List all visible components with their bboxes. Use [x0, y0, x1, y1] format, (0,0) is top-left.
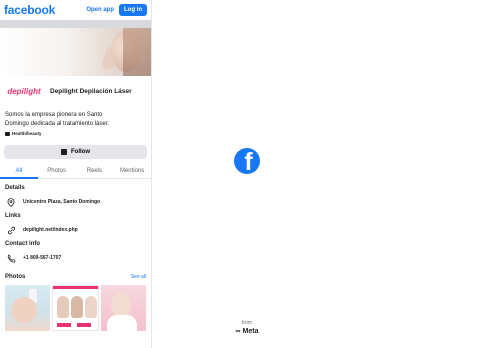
location-pin-icon: [5, 197, 17, 207]
avatar-logo-text: depilight: [7, 86, 41, 96]
photo-grid: [0, 285, 151, 331]
open-app-link[interactable]: Open app: [86, 7, 114, 13]
meta-infinity-icon: ∞: [235, 328, 241, 335]
category-row: Health/beauty: [0, 128, 151, 139]
login-button[interactable]: Log in: [119, 4, 147, 16]
tab-photos[interactable]: Photos: [38, 163, 76, 178]
meta-label: Meta: [242, 328, 259, 335]
briefcase-icon: [5, 131, 10, 136]
cover-hair-shape: [123, 28, 151, 76]
location-text: Unicentro Plaza, Santo Domingo: [23, 199, 101, 205]
cover-photo[interactable]: [0, 28, 151, 76]
photos-heading: Photos: [5, 274, 26, 280]
from-label: from: [242, 320, 252, 326]
profile-row: depilight Depilight Depilación Láser: [0, 79, 151, 103]
photo-thumbnail[interactable]: [5, 285, 50, 331]
link-icon: [5, 226, 17, 235]
phone-text: +1 809-567-1707: [23, 255, 62, 261]
page: facebook Open app Log in depilight Depil…: [0, 0, 500, 348]
category-label: Health/beauty: [12, 131, 42, 136]
photo-thumbnail[interactable]: [52, 285, 99, 331]
tab-mentions[interactable]: Mentions: [113, 163, 151, 178]
page-title: Depilight Depilación Láser: [50, 87, 132, 95]
photo-thumbnail[interactable]: [101, 285, 146, 331]
facebook-logo[interactable]: facebook: [4, 3, 55, 17]
tab-reels[interactable]: Reels: [76, 163, 114, 178]
cover-top-strip: [0, 20, 151, 28]
tab-all[interactable]: All: [0, 163, 38, 179]
top-bar: facebook Open app Log in: [0, 0, 151, 20]
tab-bar: All Photos Reels Mentions: [0, 163, 151, 179]
follow-label: Follow: [71, 149, 90, 155]
website-link[interactable]: depilight.net/index.php: [23, 227, 78, 233]
from-meta-footer: from ∞ Meta: [225, 320, 269, 335]
about-text: Somos la empresa pionera en Santo Doming…: [5, 112, 110, 127]
facebook-f-icon: f: [234, 148, 260, 174]
see-all-link[interactable]: See all: [131, 274, 146, 280]
follow-button[interactable]: Follow: [4, 145, 147, 159]
photos-header: Photos See all: [0, 271, 151, 283]
avatar[interactable]: depilight: [4, 82, 44, 100]
phone-row[interactable]: +1 809-567-1707: [0, 250, 151, 266]
mobile-page-panel: facebook Open app Log in depilight Depil…: [0, 0, 152, 348]
follow-icon: [61, 149, 67, 155]
meta-logo: ∞ Meta: [225, 328, 269, 335]
location-row[interactable]: Unicentro Plaza, Santo Domingo: [0, 194, 151, 210]
phone-icon: [5, 253, 17, 263]
top-actions: Open app Log in: [86, 4, 147, 16]
website-row[interactable]: depilight.net/index.php: [0, 222, 151, 238]
